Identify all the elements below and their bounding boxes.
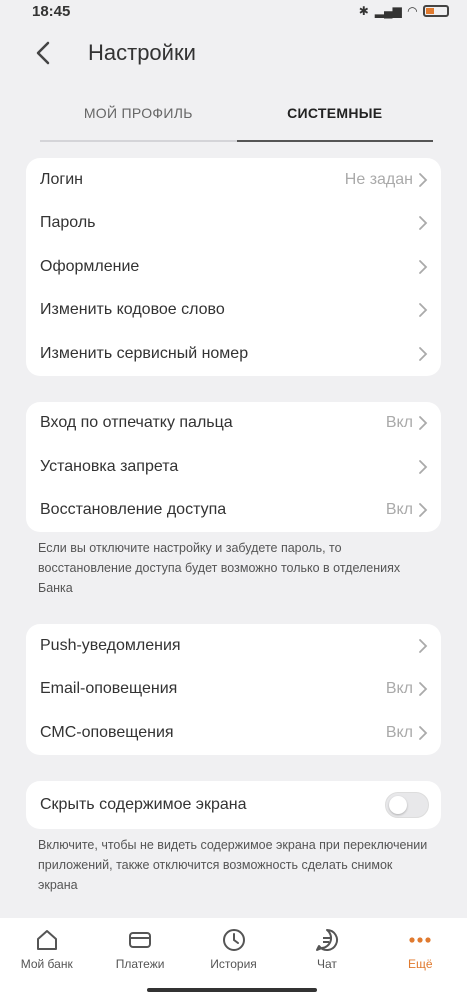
row-appearance[interactable]: Оформление [26,245,441,289]
nav-my-bank[interactable]: Мой банк [0,926,93,1000]
security-note: Если вы отключите настройку и забудете п… [38,541,401,595]
bluetooth-icon: ✱ [358,4,369,18]
row-label: Push-уведомления [40,636,181,654]
chevron-right-icon [419,459,428,474]
row-sms[interactable]: СМС-оповещения Вкл [26,711,441,755]
row-value: Вкл [385,723,413,741]
settings-group-notifications: Push-уведомления Email-оповещения Вкл СМ… [26,624,441,755]
row-hide-screen: Скрыть содержимое экрана [26,781,441,829]
chevron-right-icon [419,172,428,187]
tab-my-profile[interactable]: МОЙ ПРОФИЛЬ [40,86,237,142]
chevron-right-icon [419,346,428,361]
home-icon [33,926,61,954]
chat-icon [313,926,341,954]
nav-label: История [210,957,257,971]
nav-label: Мой банк [20,957,73,971]
nav-label: Ещё [408,957,433,971]
row-label: СМС-оповещения [40,723,174,741]
hide-screen-toggle[interactable] [385,791,429,818]
chevron-right-icon [419,259,428,274]
row-fingerprint[interactable]: Вход по отпечатку пальца Вкл [26,402,441,446]
nav-label: Платежи [115,957,165,971]
tab-system[interactable]: СИСТЕМНЫЕ [236,86,433,142]
chevron-right-icon [419,416,428,431]
row-value: Вкл [385,680,413,698]
row-label: Email-оповещения [40,680,178,698]
settings-group-security: Вход по отпечатку пальца Вкл Установка з… [26,401,441,533]
chevron-right-icon [419,503,428,518]
nav-more[interactable]: Ещё [374,926,467,1000]
row-email[interactable]: Email-оповещения Вкл [26,668,441,712]
row-value: Не задан [344,170,413,188]
row-password[interactable]: Пароль [26,202,441,246]
chevron-right-icon [419,725,428,740]
header: Настройки [0,22,467,84]
chevron-right-icon [419,303,428,318]
row-push[interactable]: Push-уведомления [26,624,441,668]
chevron-right-icon [419,682,428,697]
row-restriction[interactable]: Установка запрета [26,445,441,489]
more-icon [406,926,434,954]
battery-icon [423,5,449,17]
page-title: Настройки [88,40,196,65]
status-time: 18:45 [32,2,71,20]
nav-label: Чат [316,957,337,971]
clock-icon [220,926,248,954]
row-access-recovery[interactable]: Восстановление доступа Вкл [26,489,441,533]
wifi-icon: ◠ [407,4,417,18]
signal-icon: ▂▄▆ [374,4,402,18]
row-value: Вкл [385,414,413,432]
row-service-number[interactable]: Изменить сервисный номер [26,332,441,376]
status-bar: 18:45 ✱ ▂▄▆ ◠ [0,0,467,22]
row-label: Вход по отпечатку пальца [40,414,233,432]
row-label: Восстановление доступа [40,501,227,519]
settings-group-privacy: Скрыть содержимое экрана [26,780,441,829]
tabs: МОЙ ПРОФИЛЬ СИСТЕМНЫЕ [40,86,433,142]
privacy-note: Включите, чтобы не видеть содержимое экр… [38,837,428,892]
row-label: Скрыть содержимое экрана [40,795,247,813]
chevron-right-icon [419,638,428,653]
back-icon[interactable] [28,38,58,68]
row-label: Изменить сервисный номер [40,344,249,362]
toggle-knob [389,795,407,814]
row-code-word[interactable]: Изменить кодовое слово [26,289,441,333]
home-indicator [147,988,317,992]
row-label: Логин [40,170,84,188]
card-icon [126,926,154,954]
row-label: Изменить кодовое слово [40,301,225,319]
status-icons: ✱ ▂▄▆ ◠ [359,4,449,18]
settings-group-account: Логин Не задан Пароль Оформление Изменит… [26,158,441,376]
chevron-right-icon [419,216,428,231]
row-login[interactable]: Логин Не задан [26,158,441,202]
row-value: Вкл [385,501,413,519]
row-label: Оформление [40,257,140,275]
row-label: Пароль [40,214,96,232]
row-label: Установка запрета [40,457,179,475]
